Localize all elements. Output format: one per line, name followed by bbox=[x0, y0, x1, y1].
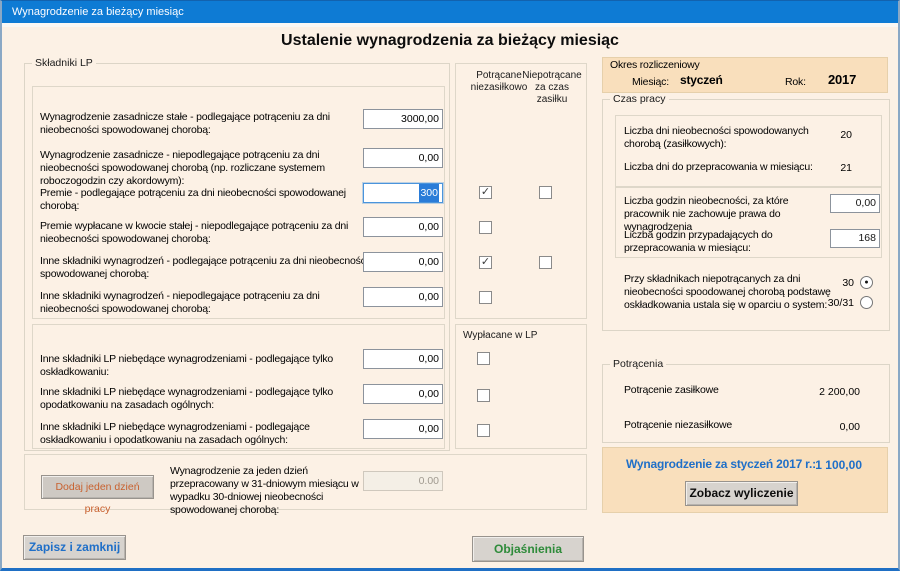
month-value: styczeń bbox=[680, 74, 723, 87]
dzien-pracy-input: 0.00 bbox=[363, 471, 443, 491]
checkbox-inne2-potracane[interactable] bbox=[479, 291, 492, 304]
row-label-inne-niepodlegajace: Inne składniki wynagrodzeń - niepodlegaj… bbox=[40, 290, 372, 316]
summary-value: 1 100,00 bbox=[758, 458, 862, 472]
wynagrodzenie-stale-input[interactable]: 3000,00 bbox=[363, 109, 443, 129]
okres-group-label: Okres rozliczeniowy bbox=[610, 59, 700, 72]
checkbox-lp2-wyplacane[interactable] bbox=[477, 389, 490, 402]
radio-system-30[interactable]: ● bbox=[860, 276, 873, 289]
checkbox-premie-potracane[interactable]: ✓ bbox=[479, 186, 492, 199]
month-label: Miesiąc: bbox=[632, 76, 669, 89]
row-label-premie-stale: Premie wypłacane w kwocie stałej - niepo… bbox=[40, 220, 372, 246]
skladniki-group-label: Składniki LP bbox=[32, 57, 96, 69]
premie-stale-input[interactable]: 0,00 bbox=[363, 217, 443, 237]
save-close-button[interactable]: Zapisz i zamknij bbox=[23, 535, 126, 560]
godziny-przepracowania-input[interactable]: 168 bbox=[830, 229, 880, 248]
explanations-button[interactable]: Objaśnienia bbox=[472, 536, 584, 562]
row-label-lp-opodatkowanie: Inne składniki LP niebędące wynagrodzeni… bbox=[40, 386, 372, 412]
radio-label-30-31: 30/31 bbox=[800, 297, 854, 309]
app-window: Wynagrodzenie za bieżący miesiąc Ustalen… bbox=[0, 0, 900, 571]
premie-potracane-input[interactable]: 300 bbox=[363, 183, 443, 203]
lp-osklad-opodat-input[interactable]: 0,00 bbox=[363, 419, 443, 439]
checkbox-panel-bottom bbox=[455, 324, 587, 449]
checkbox-lp1-wyplacane[interactable] bbox=[477, 352, 490, 365]
potracenie-niezasilkowe-value: 0,00 bbox=[760, 421, 860, 433]
row-label-lp-oskladkowanie: Inne składniki LP niebędące wynagrodzeni… bbox=[40, 353, 372, 379]
dni-choroba-value: 20 bbox=[812, 129, 852, 141]
add-day-label: Wynagrodzenie za jeden dzień przepracowa… bbox=[170, 465, 368, 517]
titlebar-divider bbox=[2, 23, 898, 27]
year-label: Rok: bbox=[785, 76, 806, 89]
col-header-wyplacane: Wypłacane w LP bbox=[463, 330, 553, 342]
godziny-przepracowania-label: Liczba godzin przypadających do przeprac… bbox=[624, 229, 834, 255]
row-label-premie-potracane: Premie - podlegające potrąceniu za dni n… bbox=[40, 187, 372, 213]
row-label-wynagrodzenie-niepodlegajace: Wynagrodzenie zasadnicze - niepodlegając… bbox=[40, 149, 372, 188]
col-header-niepotracane: Niepotrącane za czas zasiłku bbox=[521, 70, 583, 106]
page-title: Ustalenie wynagrodzenia za bieżący miesi… bbox=[2, 32, 898, 50]
potracenia-group-label: Potrącenia bbox=[610, 358, 666, 370]
title-bar: Wynagrodzenie za bieżący miesiąc bbox=[2, 1, 898, 23]
radio-system-30-31[interactable] bbox=[860, 296, 873, 309]
godziny-nieobecnosci-input[interactable]: 0,00 bbox=[830, 194, 880, 213]
radio-label-30: 30 bbox=[800, 277, 854, 289]
dni-choroba-label: Liczba dni nieobecności spowodowanych ch… bbox=[624, 125, 838, 151]
row-label-lp-osklad-opodat: Inne składniki LP niebędące wynagrodzeni… bbox=[40, 421, 372, 447]
view-calculation-button[interactable]: Zobacz wyliczenie bbox=[685, 481, 798, 506]
add-day-button[interactable]: Dodaj jeden dzień pracy bbox=[41, 475, 154, 499]
checkbox-inne-niepotracane[interactable] bbox=[539, 256, 552, 269]
czas-pracy-group-label: Czas pracy bbox=[610, 93, 669, 105]
checkbox-premie-niepotracane[interactable] bbox=[539, 186, 552, 199]
lp-opodatkowanie-input[interactable]: 0,00 bbox=[363, 384, 443, 404]
inne-skladniki-podlegajace-input[interactable]: 0,00 bbox=[363, 252, 443, 272]
year-value: 2017 bbox=[828, 73, 856, 86]
selected-text: 300 bbox=[419, 184, 439, 202]
wynagrodzenie-niepodlegajace-input[interactable]: 0,00 bbox=[363, 148, 443, 168]
window-title: Wynagrodzenie za bieżący miesiąc bbox=[12, 6, 184, 18]
checkbox-inne-potracane[interactable]: ✓ bbox=[479, 256, 492, 269]
dni-przepracowania-value: 21 bbox=[812, 162, 852, 174]
potracenie-zasilkowe-value: 2 200,00 bbox=[760, 386, 860, 398]
checkbox-premie-stale-potracane[interactable] bbox=[479, 221, 492, 234]
row-label-inne-podlegajace: Inne składniki wynagrodzeń - podlegające… bbox=[40, 255, 372, 281]
inne-skladniki-niepodlegajace-input[interactable]: 0,00 bbox=[363, 287, 443, 307]
checkbox-lp3-wyplacane[interactable] bbox=[477, 424, 490, 437]
row-label-wynagrodzenie-stale: Wynagrodzenie zasadnicze stałe - podlega… bbox=[40, 111, 372, 137]
lp-oskladkowanie-input[interactable]: 0,00 bbox=[363, 349, 443, 369]
